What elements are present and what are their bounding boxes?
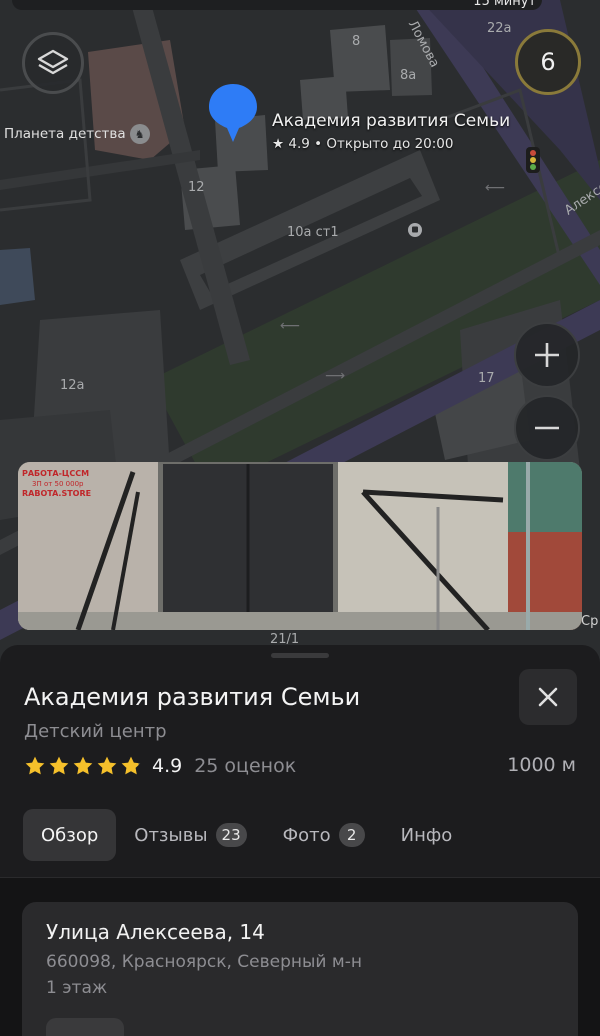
rating-row[interactable]: 4.9 25 оценок bbox=[24, 753, 296, 779]
layers-icon bbox=[37, 49, 69, 75]
ratings-count[interactable]: 25 оценок bbox=[194, 755, 296, 777]
map-edge-label: Ср bbox=[581, 614, 599, 629]
tab-photos[interactable]: Фото 2 bbox=[265, 809, 383, 861]
poi-subtitle: ★ 4.9 • Открыто до 20:00 bbox=[272, 136, 454, 152]
address-action-button[interactable] bbox=[46, 1018, 124, 1036]
plus-icon bbox=[535, 343, 559, 367]
building-label: 12 bbox=[188, 180, 205, 195]
tab-count-badge: 23 bbox=[215, 823, 247, 847]
bus-stop-icon[interactable] bbox=[408, 223, 422, 237]
speed-limit-indicator[interactable]: 6 bbox=[515, 29, 581, 95]
svg-text:RABOTA.STORE: RABOTA.STORE bbox=[22, 489, 91, 498]
place-card-sheet[interactable]: Академия развития Семьи Детский центр 4.… bbox=[0, 645, 600, 1036]
place-category: Детский центр bbox=[24, 721, 167, 742]
top-status-bar: 15 минут bbox=[12, 0, 542, 10]
svg-text:РАБОТА-ЦССМ: РАБОТА-ЦССМ bbox=[22, 469, 89, 478]
map-view[interactable]: ⟵ ⟵ ⟶ 15 минут 8 8а 22а 12 10а ст1 12а 1… bbox=[0, 0, 600, 680]
tab-reviews[interactable]: Отзывы 23 bbox=[116, 809, 264, 861]
address-card[interactable]: Улица Алексеева, 14 660098, Красноярск, … bbox=[22, 902, 578, 1036]
speed-limit-value: 6 bbox=[540, 48, 556, 76]
svg-text:3П от 50 000р: 3П от 50 000р bbox=[32, 480, 84, 488]
svg-text:⟵: ⟵ bbox=[485, 180, 505, 196]
building-label: 8а bbox=[400, 68, 417, 83]
sheet-drag-handle[interactable] bbox=[271, 653, 329, 658]
tab-overview[interactable]: Обзор bbox=[23, 809, 117, 861]
address-city: 660098, Красноярск, Северный м-н bbox=[46, 952, 362, 972]
storefront-photo-image: РАБОТА-ЦССМ 3П от 50 000р RABOTA.STORE bbox=[18, 462, 582, 630]
toy-icon: ♞ bbox=[129, 124, 150, 144]
tab-label: Обзор bbox=[41, 824, 99, 846]
star-icon bbox=[97, 756, 117, 775]
poi-label: Планета детства bbox=[4, 126, 126, 142]
rating-stars bbox=[24, 755, 142, 777]
zoom-out-button[interactable] bbox=[514, 395, 580, 461]
tab-label: Инфо bbox=[400, 824, 453, 846]
star-icon bbox=[121, 756, 141, 775]
svg-text:⟵: ⟵ bbox=[280, 318, 300, 334]
close-icon bbox=[538, 687, 558, 707]
star-icon bbox=[25, 756, 45, 775]
place-title: Академия развития Семьи bbox=[24, 683, 361, 711]
tab-bar: Обзор Отзывы 23 Фото 2 Инфо bbox=[23, 809, 470, 861]
building-label: 8 bbox=[352, 34, 361, 49]
address-floor: 1 этаж bbox=[46, 978, 108, 998]
tab-info[interactable]: Инфо bbox=[383, 809, 471, 861]
traffic-light-icon bbox=[526, 147, 540, 173]
rating-value: 4.9 bbox=[152, 755, 183, 777]
svg-text:⟶: ⟶ bbox=[325, 368, 345, 384]
star-icon bbox=[73, 756, 93, 775]
minus-icon bbox=[535, 426, 559, 430]
tab-count-badge: 2 bbox=[338, 823, 365, 847]
close-button[interactable] bbox=[519, 669, 577, 725]
star-icon bbox=[49, 756, 69, 775]
building-label: 17 bbox=[478, 371, 495, 386]
poi-planeta-detstva[interactable]: Планета детства ♞ bbox=[4, 124, 150, 144]
eta-minutes: 15 минут bbox=[473, 0, 536, 9]
building-label: 22а bbox=[487, 21, 512, 36]
tab-label: Отзывы bbox=[134, 824, 208, 846]
distance: 1000 м bbox=[507, 754, 576, 776]
map-pin-icon[interactable] bbox=[207, 82, 259, 148]
poi-title[interactable]: Академия развития Семьи bbox=[272, 111, 510, 131]
tab-label: Фото bbox=[282, 824, 331, 846]
building-label: 10а ст1 bbox=[287, 225, 339, 240]
building-label: 12а bbox=[60, 378, 85, 393]
address-street: Улица Алексеева, 14 bbox=[46, 920, 265, 944]
zoom-in-button[interactable] bbox=[514, 322, 580, 388]
layers-button[interactable] bbox=[22, 32, 84, 94]
place-photo[interactable]: РАБОТА-ЦССМ 3П от 50 000р RABOTA.STORE bbox=[18, 462, 582, 630]
